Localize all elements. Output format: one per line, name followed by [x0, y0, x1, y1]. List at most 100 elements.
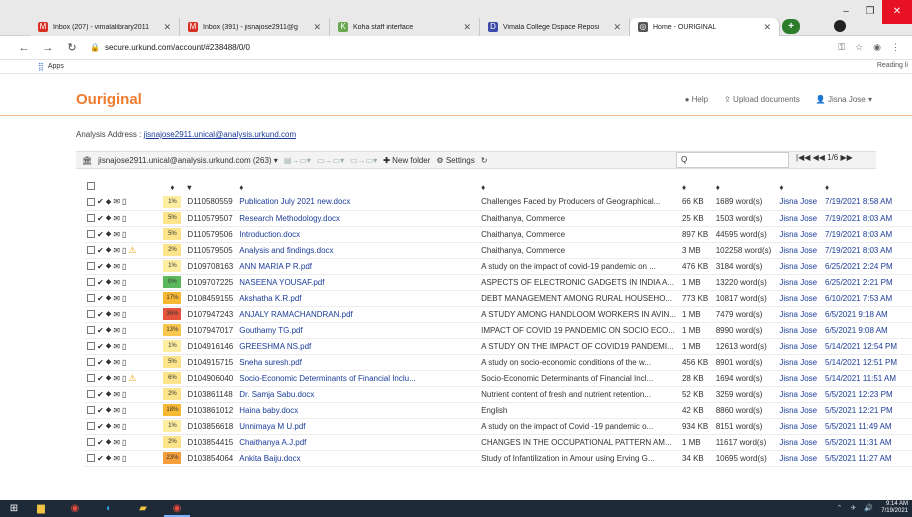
- submitter-link[interactable]: Jisna Jose: [776, 354, 822, 370]
- document-icon[interactable]: ▯: [122, 310, 126, 319]
- row-checkbox[interactable]: [87, 342, 95, 350]
- document-icon[interactable]: ▯: [122, 438, 126, 447]
- document-link[interactable]: ANJALY RAMACHANDRAN.pdf: [236, 306, 478, 322]
- row-checkbox[interactable]: [87, 454, 95, 462]
- table-row[interactable]: ✔ ⬥ ✉ ▯ 36% D107947243 ANJALY RAMACHANDRAN.pdf…: [84, 306, 912, 322]
- system-tray-icons[interactable]: ⌃ ✈ 🔊: [837, 504, 876, 512]
- table-row[interactable]: ✔ ⬥ ✉ ▯ 1% D103856618 Unnimaya M U.pdf A study …: [84, 418, 912, 434]
- analysis-address-link[interactable]: jisnajose2911.unical@analysis.urkund.com: [144, 130, 297, 139]
- significance-badge[interactable]: 2%: [163, 388, 182, 400]
- mail-icon[interactable]: ✉: [113, 214, 120, 223]
- table-row[interactable]: ✔ ⬥ ✉ ▯ 18% D103861012 Haina baby.docx English 4…: [84, 402, 912, 418]
- row-checkbox[interactable]: [87, 214, 95, 222]
- significance-badge[interactable]: 5%: [163, 356, 182, 368]
- table-row[interactable]: ✔ ⬥ ✉ ▯ 1% D110580559 Publication July 2021 ne…: [84, 194, 912, 210]
- document-header[interactable]: ♦: [236, 180, 478, 194]
- document-icon[interactable]: ▯: [122, 406, 126, 415]
- mail-icon[interactable]: ✉: [113, 230, 120, 239]
- folder-action-icon[interactable]: ▭→▭▾: [350, 156, 377, 165]
- date-header[interactable]: ♦: [822, 180, 912, 194]
- row-checkbox[interactable]: [87, 278, 95, 286]
- row-checkbox[interactable]: [87, 310, 95, 318]
- extension-icon[interactable]: ◉: [873, 42, 881, 53]
- close-tab-icon[interactable]: ✕: [463, 22, 471, 33]
- document-icon[interactable]: ▯: [122, 230, 126, 239]
- document-icon[interactable]: ▯: [122, 197, 126, 206]
- mail-icon[interactable]: ✉: [113, 374, 120, 383]
- check-icon[interactable]: ✔: [97, 230, 104, 239]
- check-icon[interactable]: ✔: [97, 278, 104, 287]
- row-checkbox[interactable]: [87, 422, 95, 430]
- browser-tab[interactable]: ◎ Home - OURIGINAL ✕: [630, 18, 780, 36]
- significance-badge[interactable]: 2%: [163, 244, 182, 256]
- document-icon[interactable]: ▯: [122, 390, 126, 399]
- document-link[interactable]: Publication July 2021 new.docx: [236, 194, 478, 210]
- check-icon[interactable]: ✔: [97, 197, 104, 206]
- check-icon[interactable]: ✔: [97, 422, 104, 431]
- check-icon[interactable]: ✔: [97, 310, 104, 319]
- apps-grid-icon[interactable]: ⣿: [38, 62, 44, 71]
- significance-badge[interactable]: 1%: [163, 420, 182, 432]
- mailbox-selector[interactable]: jisnajose2911.unical@analysis.urkund.com…: [98, 156, 278, 165]
- mail-icon[interactable]: ✉: [113, 294, 120, 303]
- brand-logo[interactable]: Ouriginal: [76, 91, 142, 108]
- move-to-icon[interactable]: ▤→▭▾: [284, 156, 311, 165]
- chrome-icon[interactable]: ◉: [62, 500, 88, 517]
- row-checkbox[interactable]: [87, 294, 95, 302]
- key-icon[interactable]: ⚿: [838, 42, 845, 53]
- submitter-link[interactable]: Jisna Jose: [776, 322, 822, 338]
- url-field[interactable]: 🔒 secure.urkund.com/account/#238488/0/0: [90, 43, 826, 52]
- table-row[interactable]: ✔ ⬥ ✉ ▯ 2% D103861148 Dr. Samja Sabu.docx Nutri…: [84, 386, 912, 402]
- row-checkbox[interactable]: [87, 326, 95, 334]
- significance-badge[interactable]: 2%: [163, 436, 182, 448]
- submitter-link[interactable]: Jisna Jose: [776, 386, 822, 402]
- document-icon[interactable]: ▯: [122, 422, 126, 431]
- row-checkbox[interactable]: [87, 262, 95, 270]
- table-row[interactable]: ✔ ⬥ ✉ ▯ 2% D103854415 Chaithanya A.J.pdf CHANGE…: [84, 434, 912, 450]
- tag-icon[interactable]: ⬥: [106, 261, 112, 271]
- significance-badge[interactable]: 17%: [163, 292, 182, 304]
- table-row[interactable]: ✔ ⬥ ✉ ▯ 1% D104916146 GREESHMA NS.pdf A STUDY O…: [84, 338, 912, 354]
- select-all-checkbox[interactable]: [87, 182, 95, 190]
- submitter-link[interactable]: Jisna Jose: [776, 258, 822, 274]
- table-row[interactable]: ✔ ⬥ ✉ ▯ 17% D108459155 Akshatha K.R.pdf DEBT MA…: [84, 290, 912, 306]
- table-row[interactable]: ✔ ⬥ ✉ ▯ 5% D104915715 Sneha suresh.pdf A study …: [84, 354, 912, 370]
- refresh-icon[interactable]: ↻: [481, 156, 488, 165]
- tag-icon[interactable]: ⬥: [106, 405, 112, 415]
- submitter-link[interactable]: Jisna Jose: [776, 242, 822, 258]
- mail-icon[interactable]: ✉: [113, 406, 120, 415]
- menu-icon[interactable]: ⋮: [891, 42, 900, 53]
- check-icon[interactable]: ✔: [97, 454, 104, 463]
- check-icon[interactable]: ✔: [97, 438, 104, 447]
- table-row[interactable]: ✔ ⬥ ✉ ▯ 1% D109708163 ANN MARIA P R.pdf A study…: [84, 258, 912, 274]
- tag-icon[interactable]: ⬥: [106, 229, 112, 239]
- submitter-link[interactable]: Jisna Jose: [776, 226, 822, 242]
- submitter-link[interactable]: Jisna Jose: [776, 194, 822, 210]
- document-link[interactable]: Sneha suresh.pdf: [236, 354, 478, 370]
- system-clock[interactable]: 9:14 AM 7/19/2021: [881, 501, 908, 515]
- submitter-link[interactable]: Jisna Jose: [776, 402, 822, 418]
- mail-icon[interactable]: ✉: [113, 454, 120, 463]
- table-row[interactable]: ✔ ⬥ ✉ ▯ 13% D107947017 Gouthamy TG.pdf IMPACT O…: [84, 322, 912, 338]
- check-icon[interactable]: ✔: [97, 294, 104, 303]
- submitter-link[interactable]: Jisna Jose: [776, 290, 822, 306]
- check-icon[interactable]: ✔: [97, 214, 104, 223]
- words-header[interactable]: ♦: [713, 180, 777, 194]
- mail-icon[interactable]: ✉: [113, 310, 120, 319]
- tag-icon[interactable]: ⬥: [106, 213, 112, 223]
- document-link[interactable]: NASEENA YOUSAF.pdf: [236, 274, 478, 290]
- check-icon[interactable]: ✔: [97, 390, 104, 399]
- document-link[interactable]: Socio-Economic Determinants of Financial…: [236, 370, 478, 386]
- browser-tab[interactable]: M Inbox (207) - vimalalibrary2011 ✕: [30, 18, 180, 36]
- document-icon[interactable]: ▯: [122, 246, 126, 255]
- significance-badge[interactable]: 36%: [163, 308, 182, 320]
- document-icon[interactable]: ▯: [122, 278, 126, 287]
- significance-badge[interactable]: 1%: [163, 340, 182, 352]
- significance-badge[interactable]: 18%: [163, 404, 182, 416]
- tag-icon[interactable]: ⬥: [106, 197, 112, 207]
- document-link[interactable]: Dr. Samja Sabu.docx: [236, 386, 478, 402]
- submitter-header[interactable]: ♦: [776, 180, 822, 194]
- upload-documents-link[interactable]: ⇪ Upload documents: [724, 95, 800, 104]
- row-checkbox[interactable]: [87, 406, 95, 414]
- submitter-link[interactable]: Jisna Jose: [776, 210, 822, 226]
